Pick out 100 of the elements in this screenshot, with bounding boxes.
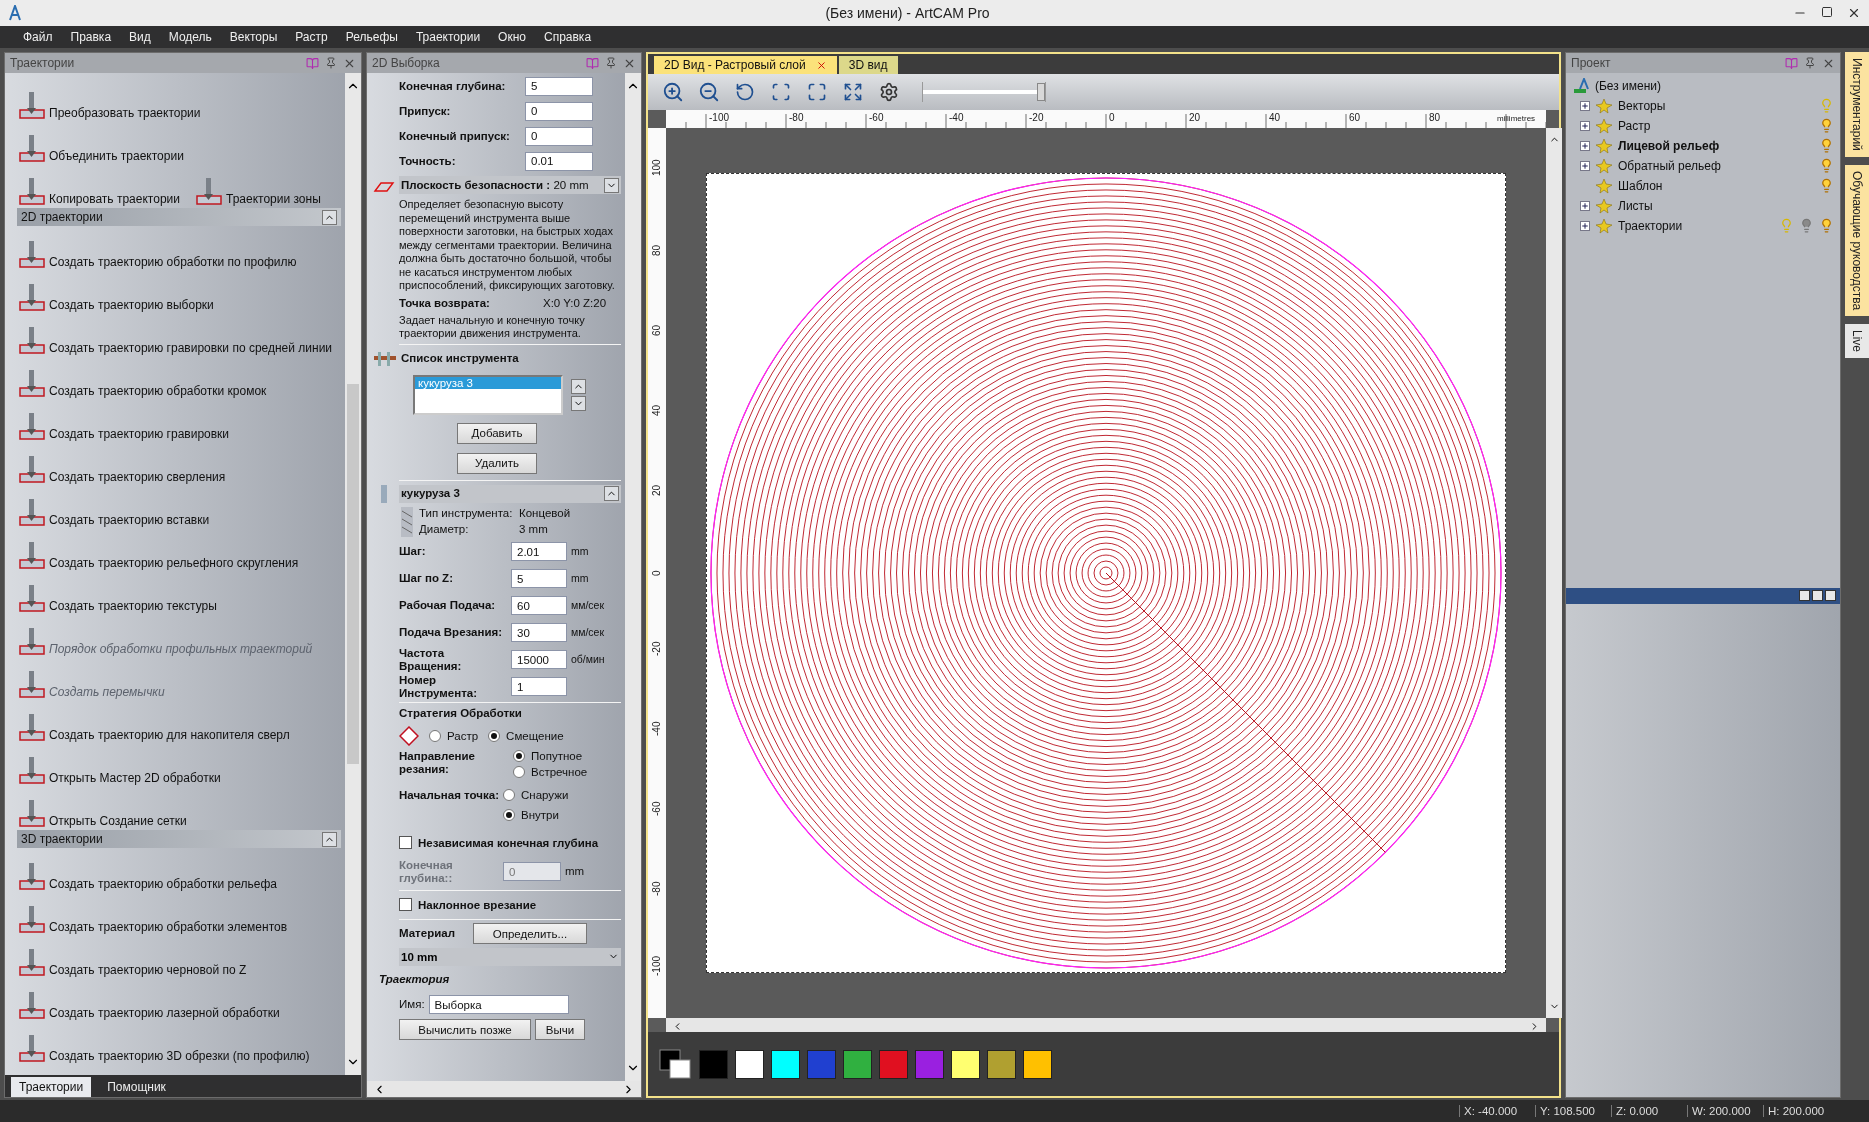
menu-item[interactable]: Справка [535, 30, 601, 44]
color-swatch[interactable] [1023, 1049, 1052, 1079]
tree-item[interactable]: (Без имени) [1595, 78, 1834, 93]
close-icon[interactable] [1847, 6, 1861, 20]
color-swatch[interactable] [843, 1049, 872, 1079]
scrollbar[interactable] [625, 73, 641, 1081]
command-item[interactable]: Создать траекторию текстуры [17, 570, 341, 613]
lightbulb-icon[interactable] [1819, 118, 1834, 133]
expand-toggle[interactable] [1580, 120, 1590, 131]
expand-button[interactable] [604, 177, 619, 193]
radio-option[interactable]: Попутное [513, 749, 588, 762]
text-field[interactable]: 30 [511, 623, 567, 642]
command-item[interactable]: Создать траекторию для накопителя сверл [17, 699, 341, 742]
move-down-button[interactable] [571, 395, 586, 411]
expand-toggle[interactable] [1580, 160, 1590, 171]
color-swatch[interactable] [771, 1049, 800, 1079]
tree-item[interactable]: Лицевой рельеф [1618, 138, 1814, 153]
color-swatch[interactable] [735, 1049, 764, 1079]
command-item[interactable]: Создать траекторию сверления [17, 441, 341, 484]
action-button[interactable]: Добавить [457, 422, 537, 444]
text-field[interactable]: 0.01 [525, 151, 593, 171]
collapse-button[interactable] [322, 831, 337, 847]
color-swatch[interactable] [951, 1049, 980, 1079]
command-item[interactable]: Создать траекторию черновой по Z [17, 934, 341, 977]
command-item[interactable]: Создать траекторию обработки кромок [17, 355, 341, 398]
color-swatch[interactable] [987, 1049, 1016, 1079]
command-item[interactable]: Создать траекторию обработки рельефа [17, 848, 341, 891]
radio-button[interactable] [488, 729, 501, 742]
text-field[interactable]: Выборка [428, 995, 569, 1014]
text-field[interactable]: 2.01 [511, 542, 567, 561]
action-button[interactable]: Вычи [535, 1019, 585, 1040]
radio-button[interactable] [503, 788, 515, 801]
command-item[interactable]: Объединить траектории [17, 120, 184, 163]
scrollbar[interactable] [367, 1081, 641, 1097]
color-swatch[interactable] [807, 1049, 836, 1079]
command-item[interactable]: Создать траекторию обработки по профилю [17, 226, 341, 269]
view-tab[interactable]: 3D вид [838, 56, 898, 74]
action-button[interactable]: Удалить [457, 452, 537, 474]
settings-icon[interactable] [879, 82, 899, 102]
menu-item[interactable]: Модель [159, 30, 221, 44]
view-tab[interactable]: 2D Вид - Растровый слой [654, 56, 837, 74]
expand-icon[interactable] [843, 82, 863, 102]
scrollbar-thumb[interactable] [347, 384, 359, 764]
command-item[interactable]: Траектории зоны [193, 163, 321, 206]
radio-option[interactable]: Снаружи [503, 788, 569, 801]
side-tab[interactable]: Инструментарий [1845, 52, 1869, 157]
menu-item[interactable]: Окно [489, 30, 535, 44]
scrollbar[interactable] [345, 73, 361, 1075]
tree-item[interactable]: Листы [1618, 198, 1834, 213]
command-item[interactable]: Создать траекторию гравировки по средней линии [17, 312, 341, 355]
side-tab[interactable]: Live [1845, 323, 1869, 358]
color-swatch[interactable] [699, 1049, 728, 1079]
command-item[interactable]: Создать траекторию гравировки [17, 398, 341, 441]
command-item[interactable]: Создать траекторию рельефного скругления [17, 527, 341, 570]
radio-button[interactable] [429, 729, 441, 742]
zoom-fit-icon[interactable] [771, 82, 791, 102]
panel-tab[interactable]: Помощник [99, 1077, 174, 1097]
move-up-button[interactable] [571, 378, 586, 394]
text-field[interactable]: 0 [525, 126, 593, 146]
command-item[interactable]: Преобразовать траектории [17, 77, 201, 120]
color-swatch[interactable] [915, 1049, 944, 1079]
menu-item[interactable]: Рельефы [336, 30, 407, 44]
action-button[interactable]: Вычислить позже [399, 1019, 531, 1040]
menu-item[interactable]: Векторы [220, 30, 287, 44]
side-tab[interactable]: Обучающие руководства [1845, 164, 1869, 316]
text-field[interactable]: 0 [525, 101, 593, 121]
radio-button[interactable] [513, 765, 525, 778]
define-button[interactable]: Определить... [473, 923, 587, 944]
zoom-out-icon[interactable] [698, 81, 720, 103]
text-field[interactable]: 60 [511, 596, 567, 615]
collapse-button[interactable] [604, 486, 619, 501]
panel-tab[interactable]: Траектории [11, 1077, 92, 1097]
maximize-icon[interactable] [1821, 6, 1833, 18]
radio-option[interactable]: Растр [429, 729, 479, 742]
radio-option[interactable]: Смещение [488, 729, 564, 742]
menu-item[interactable]: Правка [61, 30, 121, 44]
command-item[interactable]: Создать траекторию 3D обрезки (по профилю) [17, 1020, 341, 1063]
tree-item[interactable]: Растр [1618, 118, 1814, 133]
command-item[interactable]: Копировать траектории [17, 163, 180, 206]
text-field[interactable]: 5 [525, 76, 593, 96]
radio-option[interactable]: Внутри [503, 808, 569, 821]
command-item[interactable]: Открыть Мастер 2D обработки [17, 742, 341, 785]
tree-item[interactable]: Траектории [1618, 218, 1774, 233]
command-item[interactable]: Создать траекторию лазерной обработки [17, 977, 341, 1020]
command-item[interactable]: Создать траекторию выборки [17, 269, 341, 312]
radio-option[interactable]: Встречное [513, 765, 588, 778]
lightbulb-icon[interactable] [1819, 218, 1834, 233]
text-field[interactable]: 15000 [511, 650, 567, 669]
command-item[interactable]: Создать траекторию обработки элементов [17, 891, 341, 934]
pin-icon[interactable] [1799, 590, 1810, 601]
section-header[interactable]: 2D траектории [17, 208, 341, 226]
menu-item[interactable]: Вид [120, 30, 160, 44]
command-item[interactable]: Создать траекторию вставки [17, 484, 341, 527]
slider-thumb[interactable] [1037, 83, 1046, 101]
checkbox-option[interactable]: Независимая конечная глубина [399, 836, 599, 849]
color-selector-icon[interactable] [658, 1048, 692, 1080]
expand-toggle[interactable] [1580, 220, 1590, 231]
close-icon[interactable] [1825, 590, 1836, 601]
tree-item[interactable]: Векторы [1618, 98, 1814, 113]
radio-button[interactable] [513, 749, 525, 762]
